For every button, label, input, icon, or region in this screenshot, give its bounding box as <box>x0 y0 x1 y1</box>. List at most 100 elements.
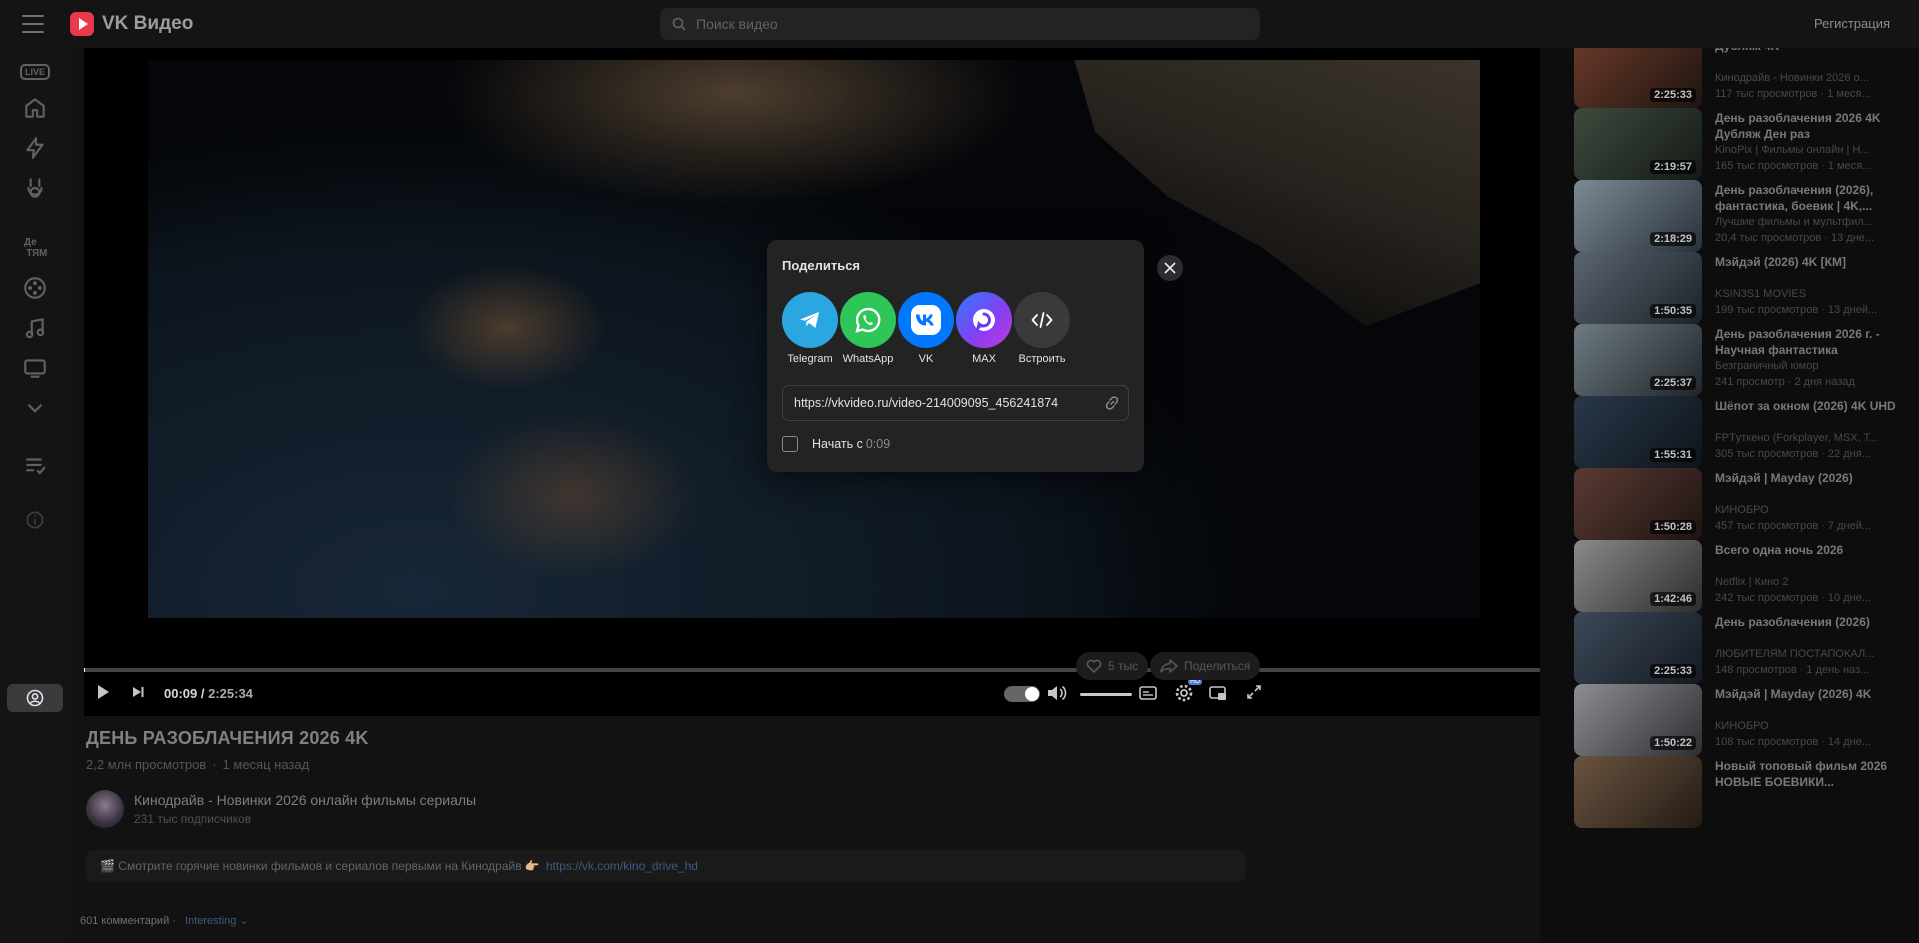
recommendation-title[interactable]: Мэйдэй (2026) 4K [КМ] <box>1715 254 1915 270</box>
home-icon[interactable] <box>21 94 49 122</box>
recommendation-title[interactable]: Мэйдэй | Mayday (2026) 4K <box>1715 686 1915 702</box>
share-url-field[interactable] <box>782 385 1129 421</box>
comments-sort-dropdown[interactable]: Interesting ⌄ <box>185 915 249 927</box>
player-controls: 00:09 / 2:25:34 HD <box>84 672 1540 716</box>
recommendation-item[interactable]: 2:19:57 День разоблачения 2026 4K Дубляж … <box>1574 108 1914 180</box>
menu-icon[interactable] <box>22 15 44 33</box>
recommendation-thumbnail[interactable]: 1:50:22 <box>1574 684 1702 756</box>
chevron-down-icon[interactable] <box>21 394 49 422</box>
top-header: VK Видео Регистрация <box>0 0 1919 48</box>
share-button[interactable]: Поделиться <box>1150 652 1261 680</box>
recommendation-channel[interactable]: Лучшие фильмы и мультфил... <box>1715 216 1910 228</box>
recommendation-item[interactable]: Новый топовый фильм 2026 НОВЫЕ БОЕВИКИ..… <box>1574 756 1914 828</box>
recommendation-title[interactable]: День разоблачения 2026 г. - Научная фант… <box>1715 326 1915 358</box>
recommendation-title[interactable]: Всего одна ночь 2026 <box>1715 542 1915 558</box>
recommendation-channel[interactable]: KSIN3S1 MOVIES <box>1715 288 1910 300</box>
search-bar[interactable] <box>660 8 1260 40</box>
subtitles-icon[interactable] <box>1138 684 1158 702</box>
autoplay-toggle[interactable] <box>1004 686 1040 702</box>
recommendation-thumbnail[interactable]: 2:25:33 <box>1574 612 1702 684</box>
recommendation-title[interactable]: Шёпот за окном (2026) 4K UHD <box>1715 398 1915 414</box>
recommendation-item[interactable]: 1:50:28 Мэйдэй | Mayday (2026) КИНОБРО 457 … <box>1574 468 1914 540</box>
recommendation-title[interactable]: День разоблачения (2026), фантастика, бо… <box>1715 182 1915 214</box>
logo[interactable]: VK Видео <box>70 12 193 36</box>
close-modal-button[interactable] <box>1157 255 1183 281</box>
vk-video-logo-icon <box>70 12 94 36</box>
embed-icon <box>1014 292 1070 348</box>
recommendation-item[interactable]: 1:42:46 Всего одна ночь 2026 Netflix | Кин… <box>1574 540 1914 612</box>
start-at-checkbox[interactable] <box>782 436 798 452</box>
music-icon[interactable] <box>21 314 49 342</box>
share-whatsapp-button[interactable]: WhatsApp <box>839 292 897 365</box>
profile-button[interactable] <box>7 684 63 712</box>
left-sidebar: LIVE Де ТЯМ <box>0 48 70 943</box>
recommendation-channel[interactable]: Netflix | Кино 2 <box>1715 576 1910 588</box>
playlist-icon[interactable] <box>21 452 49 480</box>
recommendation-item[interactable]: 2:25:37 День разоблачения 2026 г. - Научн… <box>1574 324 1914 396</box>
recommendation-channel[interactable]: КИНОБРО <box>1715 504 1910 516</box>
recommendation-title[interactable]: Новый топовый фильм 2026 НОВЫЕ БОЕВИКИ..… <box>1715 758 1915 790</box>
recommendation-thumbnail[interactable]: 2:25:33 <box>1574 48 1702 108</box>
share-vk-button[interactable]: VK <box>897 292 955 365</box>
clips-icon[interactable] <box>21 174 49 202</box>
recommendation-thumbnail[interactable]: 1:50:35 <box>1574 252 1702 324</box>
share-embed-button[interactable]: Встроить <box>1013 292 1071 365</box>
kids-icon[interactable]: Де ТЯМ <box>21 232 49 260</box>
recommendation-channel[interactable]: КИНОБРО <box>1715 720 1910 732</box>
share-max-button[interactable]: MAX <box>955 292 1013 365</box>
lightning-icon[interactable] <box>21 134 49 162</box>
recommendation-item[interactable]: 2:25:33 День разоблачения (2026) ЛЮБИТЕЛЯМ… <box>1574 612 1914 684</box>
recommendation-thumbnail[interactable]: 2:18:29 <box>1574 180 1702 252</box>
like-button[interactable]: 5 тыс <box>1076 652 1149 680</box>
recommendation-channel[interactable]: FPTуткено (Forkplayer, MSX, T... <box>1715 432 1910 444</box>
recommendation-channel[interactable]: Безграничный юмор <box>1715 360 1910 372</box>
live-icon[interactable]: LIVE <box>20 58 51 86</box>
info-icon[interactable] <box>21 506 49 534</box>
share-url-input[interactable] <box>794 396 1094 410</box>
recommendation-views: 241 просмотр · 2 дня назад <box>1715 376 1855 388</box>
register-link[interactable]: Регистрация <box>1814 16 1890 31</box>
share-telegram-button[interactable]: Telegram <box>781 292 839 365</box>
recommendation-views: 148 просмотров · 1 день наз... <box>1715 664 1870 676</box>
recommendation-thumbnail[interactable] <box>1574 756 1702 828</box>
like-count: 5 тыс <box>1108 659 1139 673</box>
volume-icon[interactable] <box>1046 683 1068 703</box>
description-link[interactable]: https://vk.com/kino_drive_hd <box>546 859 698 873</box>
video-title: ДЕНЬ РАЗОБЛАЧЕНИЯ 2026 4K <box>86 728 369 748</box>
recommendation-thumbnail[interactable]: 2:19:57 <box>1574 108 1702 180</box>
recommendation-thumbnail[interactable]: 1:42:46 <box>1574 540 1702 612</box>
volume-slider[interactable] <box>1080 693 1132 696</box>
tv-icon[interactable] <box>21 354 49 382</box>
search-input[interactable] <box>696 16 1236 32</box>
upload-date: 1 месяц назад <box>222 757 310 772</box>
recommendation-item[interactable]: 1:55:31 Шёпот за окном (2026) 4K UHD FPTут… <box>1574 396 1914 468</box>
recommendation-title[interactable]: Мэйдэй | Mayday (2026) <box>1715 470 1915 486</box>
recommendation-title[interactable]: День разоблачения 2026 4K Дубляж Ден раз <box>1715 110 1915 142</box>
recommendation-thumbnail[interactable]: 2:25:37 <box>1574 324 1702 396</box>
recommendation-item[interactable]: 1:50:35 Мэйдэй (2026) 4K [КМ] KSIN3S1 MOVI… <box>1574 252 1914 324</box>
movies-icon[interactable] <box>21 274 49 302</box>
recommendation-channel[interactable]: Кинодрайв - Новинки 2026 о... <box>1715 72 1910 84</box>
recommendation-thumbnail[interactable]: 1:55:31 <box>1574 396 1702 468</box>
fullscreen-icon[interactable] <box>1246 684 1262 700</box>
recommendation-item[interactable]: 2:18:29 День разоблачения (2026), фантаст… <box>1574 180 1914 252</box>
share-embed-label: Встроить <box>1018 353 1066 365</box>
recommendations-list: 2:25:33 Дубляж 4K Кинодрайв - Новинки 2026… <box>1540 48 1919 943</box>
pip-icon[interactable] <box>1208 683 1228 703</box>
next-icon[interactable] <box>130 684 146 700</box>
play-icon[interactable] <box>94 683 112 701</box>
channel-avatar[interactable] <box>86 790 124 828</box>
recommendation-channel[interactable]: KinoPix | Фильмы онлайн | Н... <box>1715 144 1910 156</box>
recommendation-channel[interactable]: ЛЮБИТЕЛЯМ ПОСТАПОКАЛ... <box>1715 648 1910 660</box>
recommendation-title[interactable]: День разоблачения (2026) <box>1715 614 1915 630</box>
channel-block[interactable]: Кинодрайв - Новинки 2026 онлайн фильмы с… <box>86 790 476 828</box>
copy-link-icon[interactable] <box>1104 395 1120 416</box>
recommendation-item[interactable]: 2:25:33 Дубляж 4K Кинодрайв - Новинки 2026… <box>1574 48 1914 108</box>
recommendation-views: 199 тыс просмотров · 13 дней... <box>1715 304 1878 316</box>
recommendation-item[interactable]: 1:50:22 Мэйдэй | Mayday (2026) 4K КИНОБРО 1… <box>1574 684 1914 756</box>
start-at-row[interactable]: Начать с 0:09 <box>782 436 890 452</box>
settings-gear-icon[interactable] <box>1174 683 1194 703</box>
recommendation-thumbnail[interactable]: 1:50:28 <box>1574 468 1702 540</box>
channel-name[interactable]: Кинодрайв - Новинки 2026 онлайн фильмы с… <box>134 792 476 808</box>
recommendation-title[interactable]: Дубляж 4K <box>1715 48 1915 54</box>
